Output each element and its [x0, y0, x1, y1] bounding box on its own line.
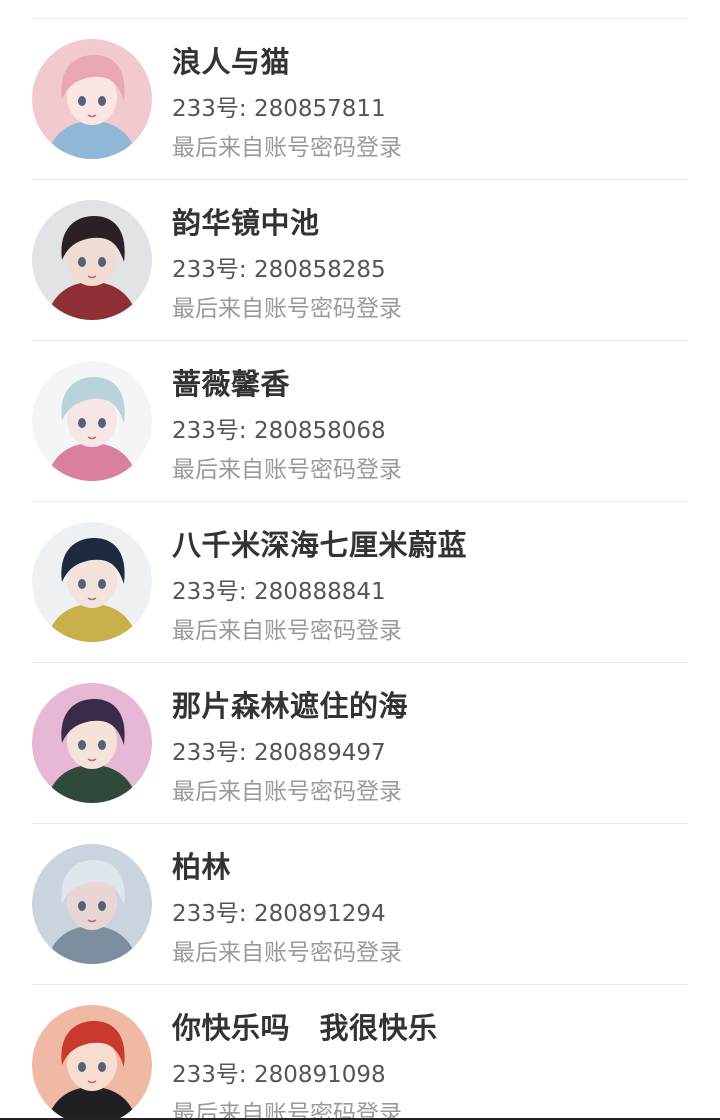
avatar	[32, 683, 152, 803]
account-name: 柏林	[172, 850, 232, 884]
account-list-item[interactable]: 韵华镜中池 233号: 280858285 最后来自账号密码登录	[32, 180, 688, 341]
account-name: 那片森林遮住的海	[172, 689, 409, 723]
account-list-item[interactable]: 八千米深海七厘米蔚蓝 233号: 280888841 最后来自账号密码登录	[32, 502, 688, 663]
account-uid: 233号: 280858285	[172, 250, 386, 284]
last-login-note: 最后来自账号密码登录	[172, 296, 402, 322]
anime-avatar-silver-hair-icon	[32, 844, 152, 964]
anime-avatar-purple-hair-icon	[32, 683, 152, 803]
last-login-note: 最后来自账号密码登录	[172, 135, 402, 161]
account-name: 蔷薇馨香	[172, 367, 291, 401]
account-list-item[interactable]: 那片森林遮住的海 233号: 280889497 最后来自账号密码登录	[32, 663, 688, 824]
uid-number: 280858285	[253, 257, 386, 283]
account-name: 八千米深海七厘米蔚蓝	[172, 528, 468, 562]
account-list-item[interactable]: 你快乐吗 我很快乐 233号: 280891098 最后来自账号密码登录	[32, 985, 688, 1120]
anime-avatar-dark-hair-red-coat-icon	[32, 200, 152, 320]
uid-number: 280889497	[253, 740, 386, 766]
uid-number: 280891098	[253, 1062, 386, 1088]
anime-avatar-red-white-hair-icon	[32, 1005, 152, 1120]
anime-avatar-pink-hair-icon	[32, 39, 152, 159]
account-uid: 233号: 280888841	[172, 572, 386, 606]
avatar	[32, 844, 152, 964]
account-list-item[interactable]: 蔷薇馨香 233号: 280858068 最后来自账号密码登录	[32, 341, 688, 502]
avatar	[32, 361, 152, 481]
last-login-note: 最后来自账号密码登录	[172, 618, 402, 644]
account-uid: 233号: 280857811	[172, 89, 386, 123]
account-uid: 233号: 280889497	[172, 733, 386, 767]
anime-avatar-light-blue-hair-icon	[32, 361, 152, 481]
uid-number: 280858068	[253, 418, 386, 444]
account-name: 你快乐吗 我很快乐	[172, 1011, 438, 1045]
account-name: 浪人与猫	[172, 45, 291, 79]
account-name: 韵华镜中池	[172, 206, 320, 240]
uid-prefix: 233号:	[172, 901, 254, 927]
anime-avatar-navy-hair-icon	[32, 522, 152, 642]
last-login-note: 最后来自账号密码登录	[172, 1101, 402, 1120]
uid-number: 280888841	[253, 579, 386, 605]
uid-prefix: 233号:	[172, 740, 254, 766]
last-login-note: 最后来自账号密码登录	[172, 779, 402, 805]
account-list-item[interactable]: 柏林 233号: 280891294 最后来自账号密码登录	[32, 824, 688, 985]
uid-prefix: 233号:	[172, 418, 254, 444]
uid-prefix: 233号:	[172, 96, 254, 122]
account-uid: 233号: 280858068	[172, 411, 386, 445]
uid-number: 280891294	[253, 901, 386, 927]
last-login-note: 最后来自账号密码登录	[172, 940, 402, 966]
account-list-item[interactable]: 浪人与猫 233号: 280857811 最后来自账号密码登录	[32, 19, 688, 180]
avatar	[32, 200, 152, 320]
avatar	[32, 1005, 152, 1120]
account-uid: 233号: 280891098	[172, 1055, 386, 1089]
uid-prefix: 233号:	[172, 579, 254, 605]
account-switch-page: 浪人与猫 233号: 280857811 最后来自账号密码登录 韵华镜中池 233号: …	[0, 0, 720, 1120]
account-uid: 233号: 280891294	[172, 894, 386, 928]
last-login-note: 最后来自账号密码登录	[172, 457, 402, 483]
uid-prefix: 233号:	[172, 1062, 254, 1088]
uid-number: 280857811	[253, 96, 386, 122]
account-list: 浪人与猫 233号: 280857811 最后来自账号密码登录 韵华镜中池 233号: …	[0, 19, 720, 1120]
uid-prefix: 233号:	[172, 257, 254, 283]
avatar	[32, 39, 152, 159]
avatar	[32, 522, 152, 642]
